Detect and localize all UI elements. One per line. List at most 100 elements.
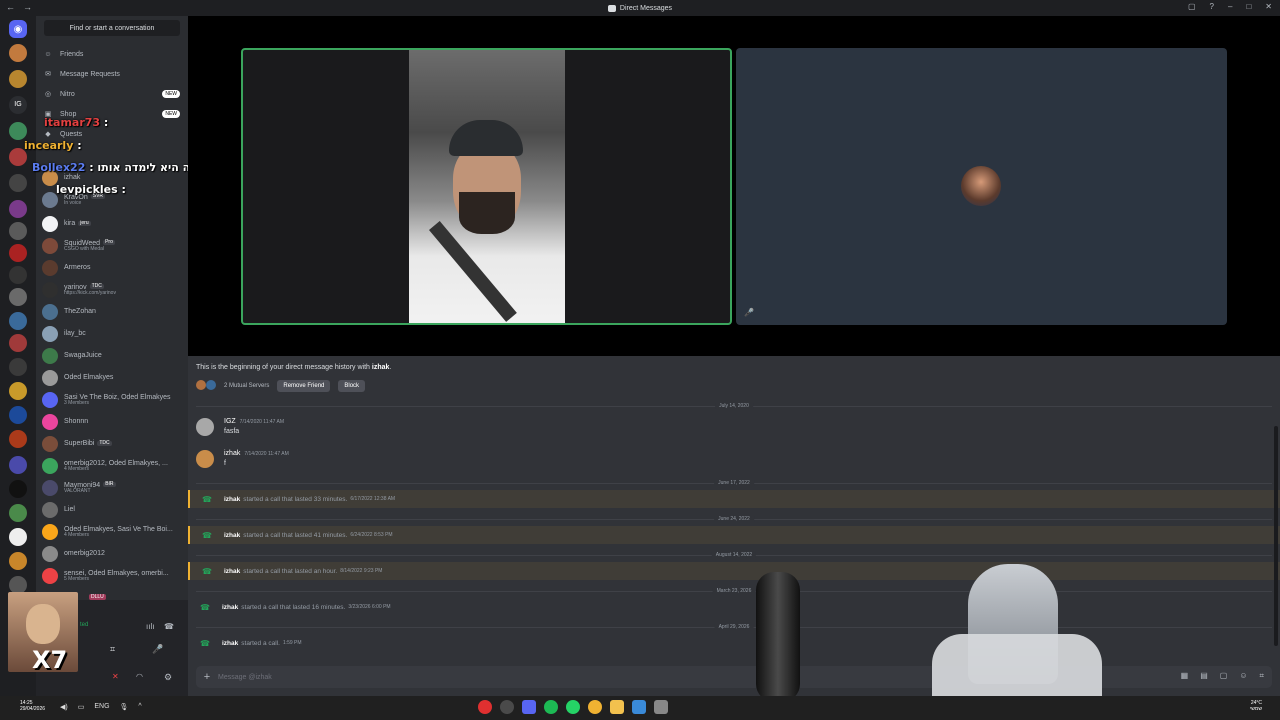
dm-item[interactable]: ilay_bc bbox=[42, 324, 184, 344]
server-icon[interactable]: IG bbox=[9, 96, 27, 114]
forward-arrow-icon[interactable]: → bbox=[23, 2, 32, 12]
caller-name[interactable]: izhak bbox=[222, 604, 238, 611]
inbox-icon[interactable]: ▢ bbox=[1188, 2, 1196, 11]
sticker-icon[interactable]: ▢ bbox=[1220, 671, 1228, 681]
caller-name[interactable]: izhak bbox=[224, 532, 240, 539]
dm-item[interactable]: Shonnn bbox=[42, 412, 184, 432]
gift-icon[interactable]: ▦ bbox=[1181, 671, 1189, 681]
server-icon[interactable] bbox=[9, 44, 27, 62]
nav-friends[interactable]: ☺ Friends bbox=[44, 47, 182, 61]
server-icon[interactable] bbox=[9, 288, 27, 306]
call-log-row[interactable]: ☎ izhak started a call that lasted 16 mi… bbox=[188, 598, 1280, 616]
server-icon[interactable] bbox=[9, 382, 27, 400]
message-composer[interactable]: + Message @izhak ▦ ▤ ▢ ☺ ⌗ bbox=[196, 666, 1272, 688]
server-icon[interactable] bbox=[9, 406, 27, 424]
display-icon[interactable]: ▭ bbox=[78, 703, 85, 711]
discord-icon[interactable] bbox=[522, 700, 536, 714]
server-icon[interactable] bbox=[9, 222, 27, 240]
server-icon[interactable] bbox=[9, 528, 27, 546]
weather-widget[interactable]: 24°C שמשי bbox=[1250, 700, 1262, 712]
avatar-tile[interactable]: 🎤 bbox=[736, 48, 1227, 325]
nav-nitro[interactable]: ◎ Nitro NEW bbox=[44, 87, 182, 101]
chat-scrollbar[interactable] bbox=[1274, 426, 1278, 646]
dm-item[interactable]: omerbig2012, Oded Elmakyes, ... 4 Members bbox=[42, 456, 184, 476]
language-indicator[interactable]: ENG bbox=[94, 703, 109, 711]
server-icon[interactable] bbox=[9, 456, 27, 474]
server-icon[interactable] bbox=[9, 334, 27, 352]
server-icon[interactable] bbox=[9, 266, 27, 284]
emoji-icon[interactable]: ☺ bbox=[1239, 671, 1247, 681]
call-log-row[interactable]: ☎ izhak started a call that lasted an ho… bbox=[188, 562, 1280, 580]
author-name[interactable]: IGZ bbox=[224, 418, 236, 425]
dm-item[interactable]: kira jeru bbox=[42, 214, 184, 234]
activities-icon[interactable]: ⌗ bbox=[110, 644, 115, 655]
gif-icon[interactable]: ▤ bbox=[1200, 671, 1208, 681]
mic-tray-icon[interactable]: 🎙 bbox=[120, 703, 129, 711]
dm-item[interactable]: yarinov TDC https://kick.com/yarinov bbox=[42, 280, 184, 300]
dm-item[interactable]: Oded Elmakyes, Sasi Ve The Boi... 4 Membe… bbox=[42, 522, 184, 542]
server-icon[interactable] bbox=[9, 174, 27, 192]
volume-icon[interactable]: ◀) bbox=[60, 703, 68, 711]
dm-item[interactable]: SuperBibi TDC bbox=[42, 434, 184, 454]
server-icon[interactable] bbox=[9, 244, 27, 262]
dm-item[interactable]: omerbig2012 bbox=[42, 544, 184, 564]
file-explorer-icon[interactable] bbox=[610, 700, 624, 714]
server-icon[interactable] bbox=[9, 358, 27, 376]
whatsapp-icon[interactable] bbox=[566, 700, 580, 714]
dm-item[interactable]: Oded Elmakyes bbox=[42, 368, 184, 388]
dm-item[interactable]: Liel bbox=[42, 500, 184, 520]
close-icon[interactable]: ✕ bbox=[1265, 2, 1272, 11]
dm-item[interactable]: Armeros bbox=[42, 258, 184, 278]
server-icon[interactable] bbox=[9, 480, 27, 498]
apps-icon[interactable]: ⌗ bbox=[1259, 671, 1264, 681]
message-input[interactable]: Message @izhak bbox=[218, 674, 272, 681]
dm-item[interactable]: sensei, Oded Elmakyes, omerbi... 5 Member… bbox=[42, 566, 184, 586]
caller-name[interactable]: izhak bbox=[224, 496, 240, 503]
dm-item[interactable]: SquidWeed Pro CSGO with Medal bbox=[42, 236, 184, 256]
remove-friend-button[interactable]: Remove Friend bbox=[277, 380, 331, 392]
spotify-icon[interactable] bbox=[544, 700, 558, 714]
app-icon[interactable] bbox=[478, 700, 492, 714]
nav-message-requests[interactable]: ✉ Message Requests bbox=[44, 67, 182, 81]
app-icon[interactable] bbox=[654, 700, 668, 714]
avatar[interactable] bbox=[196, 450, 214, 468]
call-log-row[interactable]: ☎ izhak started a call that lasted 41 mi… bbox=[188, 526, 1280, 544]
message[interactable]: izhak 7/14/2020 11:47 AM f bbox=[196, 446, 1272, 474]
obs-icon[interactable] bbox=[500, 700, 514, 714]
server-icon[interactable] bbox=[9, 312, 27, 330]
dm-item[interactable]: Sasi Ve The Boiz, Oded Elmakyes 3 Members bbox=[42, 390, 184, 410]
message[interactable]: IGZ 7/14/2020 11:47 AM fasfa bbox=[196, 414, 1272, 442]
dm-item[interactable]: SwagaJuice bbox=[42, 346, 184, 366]
help-icon[interactable]: ? bbox=[1210, 2, 1214, 11]
mic-muted-icon[interactable]: ✕ bbox=[112, 672, 119, 681]
avatar[interactable] bbox=[196, 418, 214, 436]
chevron-up-icon[interactable]: ^ bbox=[138, 703, 141, 711]
block-button[interactable]: Block bbox=[338, 380, 366, 392]
server-icon[interactable] bbox=[9, 504, 27, 522]
author-name[interactable]: izhak bbox=[224, 450, 240, 457]
server-icon[interactable] bbox=[9, 122, 27, 140]
add-attachment-icon[interactable]: + bbox=[196, 671, 218, 683]
soundboard-icon[interactable]: ıılı bbox=[146, 622, 154, 631]
find-conversation-input[interactable]: Find or start a conversation bbox=[44, 20, 180, 36]
server-icon[interactable] bbox=[9, 430, 27, 448]
back-arrow-icon[interactable]: ← bbox=[6, 2, 15, 12]
clock[interactable]: 14:25 29/04/2026 bbox=[20, 700, 45, 712]
dm-item[interactable]: Maymoni94 BIR VALORANT bbox=[42, 478, 184, 498]
mic-mute-icon[interactable]: 🎤 bbox=[152, 644, 163, 655]
headphones-icon[interactable]: ◠ bbox=[136, 672, 143, 681]
caller-name[interactable]: izhak bbox=[222, 640, 238, 647]
maximize-icon[interactable]: □ bbox=[1246, 2, 1251, 11]
discord-home-icon[interactable]: ◉ bbox=[9, 20, 27, 38]
call-log-row[interactable]: ☎ izhak started a call. 1:59 PM bbox=[188, 634, 1280, 652]
chrome-icon[interactable] bbox=[588, 700, 602, 714]
server-icon[interactable] bbox=[9, 200, 27, 218]
server-icon[interactable] bbox=[9, 70, 27, 88]
settings-gear-icon[interactable]: ⚙ bbox=[164, 672, 172, 683]
disconnect-icon[interactable]: ☎ bbox=[164, 622, 174, 631]
minimize-icon[interactable]: – bbox=[1228, 2, 1232, 11]
app-icon[interactable] bbox=[632, 700, 646, 714]
video-tile-speaking[interactable] bbox=[241, 48, 732, 325]
mutual-servers-link[interactable]: 2 Mutual Servers bbox=[224, 383, 269, 389]
call-log-row[interactable]: ☎ izhak started a call that lasted 33 mi… bbox=[188, 490, 1280, 508]
